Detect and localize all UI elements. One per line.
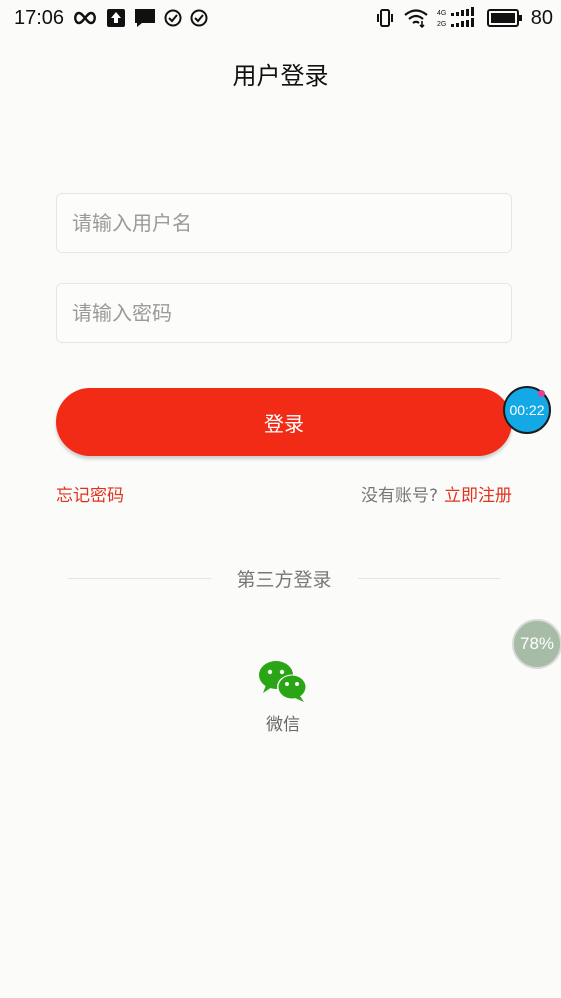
wechat-icon[interactable] bbox=[258, 660, 308, 706]
login-button[interactable]: 登录 bbox=[56, 388, 512, 456]
status-bar: 17:06 4G 2G 80 bbox=[0, 0, 561, 36]
password-field[interactable] bbox=[56, 283, 512, 343]
third-party-login-header: 第三方登录 bbox=[68, 565, 501, 591]
battery-level: 80 bbox=[530, 6, 553, 29]
divider-left bbox=[68, 577, 211, 579]
page-title: 用户登录 bbox=[232, 62, 329, 90]
wifi-icon bbox=[403, 8, 429, 28]
third-party-title: 第三方登录 bbox=[236, 568, 332, 591]
signal-icon: 4G 2G bbox=[437, 7, 479, 29]
message-icon bbox=[134, 8, 156, 28]
upload-icon bbox=[106, 8, 126, 28]
battery-icon bbox=[486, 9, 523, 27]
timer-bubble[interactable]: 00:22 bbox=[503, 386, 551, 434]
username-input[interactable] bbox=[72, 211, 511, 235]
register-prompt: 没有账号? 立即注册 bbox=[361, 481, 512, 506]
status-bar-left: 17:06 bbox=[14, 7, 208, 30]
no-account-text: 没有账号? bbox=[360, 485, 438, 506]
divider-right bbox=[357, 577, 501, 579]
status-bar-right: 4G 2G 80 bbox=[375, 7, 553, 30]
infinity-icon bbox=[72, 10, 98, 26]
forgot-password-link[interactable]: 忘记密码 bbox=[56, 481, 124, 506]
percent-text: 78% bbox=[519, 634, 555, 653]
check-circle-icon bbox=[190, 9, 208, 27]
check-circle-icon bbox=[164, 9, 182, 27]
username-field[interactable] bbox=[56, 193, 512, 253]
wechat-login-button[interactable]: 微信 bbox=[243, 660, 323, 735]
wechat-label: 微信 bbox=[266, 715, 300, 735]
auth-links: 忘记密码 没有账号? 立即注册 bbox=[56, 480, 512, 506]
register-link[interactable]: 立即注册 bbox=[444, 481, 512, 506]
timer-text: 00:22 bbox=[509, 402, 545, 418]
password-input[interactable] bbox=[72, 301, 511, 325]
vibrate-icon bbox=[375, 8, 395, 28]
svg-text:2G: 2G bbox=[437, 21, 446, 28]
svg-text:4G: 4G bbox=[437, 10, 446, 17]
status-time: 17:06 bbox=[14, 6, 65, 29]
timer-indicator-dot bbox=[538, 390, 545, 397]
percent-bubble[interactable]: 78% bbox=[512, 619, 561, 669]
